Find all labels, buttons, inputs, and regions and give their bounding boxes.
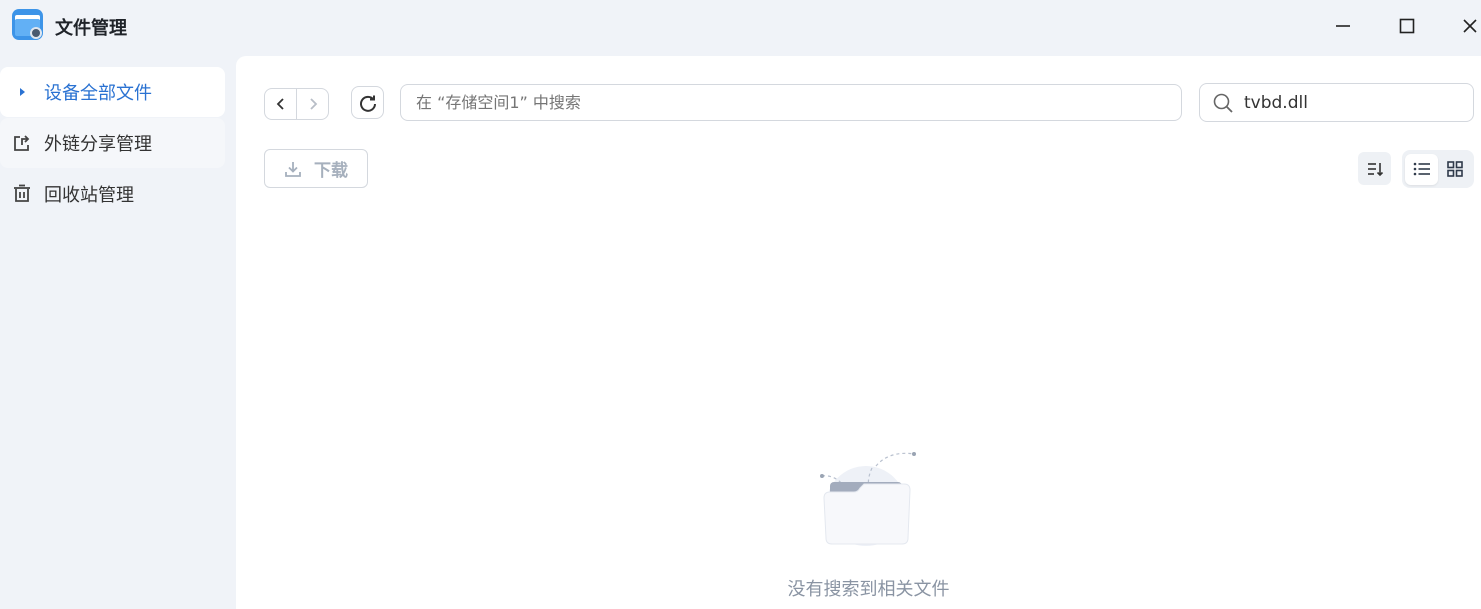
trash-icon — [12, 184, 32, 204]
sidebar-item-share-links[interactable]: 外链分享管理 — [0, 118, 225, 168]
maximize-button[interactable] — [1387, 10, 1427, 42]
refresh-icon — [359, 95, 376, 112]
forward-button[interactable] — [296, 89, 328, 119]
minimize-icon — [1336, 25, 1350, 27]
grid-view-button[interactable] — [1438, 154, 1471, 185]
list-view-button[interactable] — [1405, 153, 1438, 185]
sidebar-item-label: 外链分享管理 — [44, 134, 152, 155]
history-nav — [264, 88, 329, 120]
sort-icon — [1367, 162, 1383, 176]
sidebar: 设备全部文件 外链分享管理 回收站管理 — [0, 67, 225, 220]
file-manager-app-icon — [12, 9, 43, 40]
minimize-button[interactable] — [1323, 10, 1363, 42]
path-search-input[interactable] — [400, 84, 1182, 121]
sidebar-item-label: 设备全部文件 — [44, 83, 152, 104]
search-icon — [1212, 92, 1234, 114]
close-button[interactable] — [1450, 10, 1481, 42]
list-view-icon — [1413, 162, 1430, 176]
main-panel: 下载 — [236, 56, 1481, 609]
empty-folder-icon — [820, 452, 916, 546]
caret-right-icon — [12, 82, 32, 102]
sidebar-item-label: 回收站管理 — [44, 185, 134, 206]
close-icon — [1463, 19, 1477, 33]
search-box[interactable] — [1199, 83, 1474, 122]
view-mode-toggle — [1402, 150, 1474, 188]
sort-button[interactable] — [1358, 152, 1391, 185]
download-icon — [284, 160, 302, 178]
sidebar-item-all-files[interactable]: 设备全部文件 — [0, 67, 225, 117]
grid-view-icon — [1446, 161, 1463, 177]
back-button[interactable] — [265, 89, 296, 119]
app-title: 文件管理 — [55, 18, 127, 39]
empty-state-message: 没有搜索到相关文件 — [787, 579, 950, 600]
refresh-button[interactable] — [351, 86, 384, 119]
maximize-icon — [1399, 18, 1415, 34]
title-bar: 文件管理 — [0, 0, 1481, 56]
search-input[interactable] — [1244, 92, 1464, 113]
chevron-right-icon — [309, 98, 317, 110]
download-button[interactable]: 下载 — [264, 149, 368, 188]
chevron-left-icon — [276, 98, 284, 110]
download-label: 下载 — [314, 161, 348, 181]
share-icon — [12, 133, 32, 153]
sidebar-item-recycle-bin[interactable]: 回收站管理 — [0, 169, 225, 219]
